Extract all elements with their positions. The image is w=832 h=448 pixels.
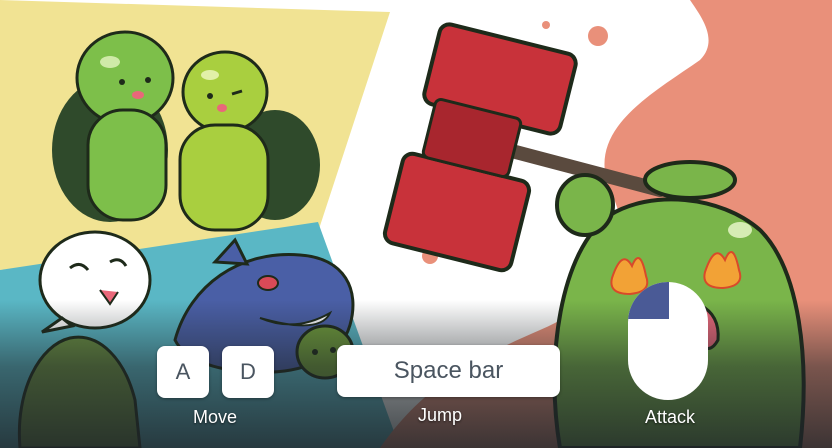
jump-label: Jump [417, 405, 462, 425]
key-d: D [222, 346, 274, 398]
mouse-left-click-icon [628, 282, 708, 400]
paint-blob [588, 26, 608, 46]
move-label: Move [192, 407, 237, 427]
key-a: A [157, 346, 209, 398]
controls-tutorial-screen: A D Move Space bar Jump Attack [0, 0, 832, 448]
space-bar-key: Space bar [337, 345, 560, 397]
paint-blob [542, 21, 550, 29]
attack-label: Attack [644, 407, 696, 427]
turtle-right-character [178, 50, 270, 232]
